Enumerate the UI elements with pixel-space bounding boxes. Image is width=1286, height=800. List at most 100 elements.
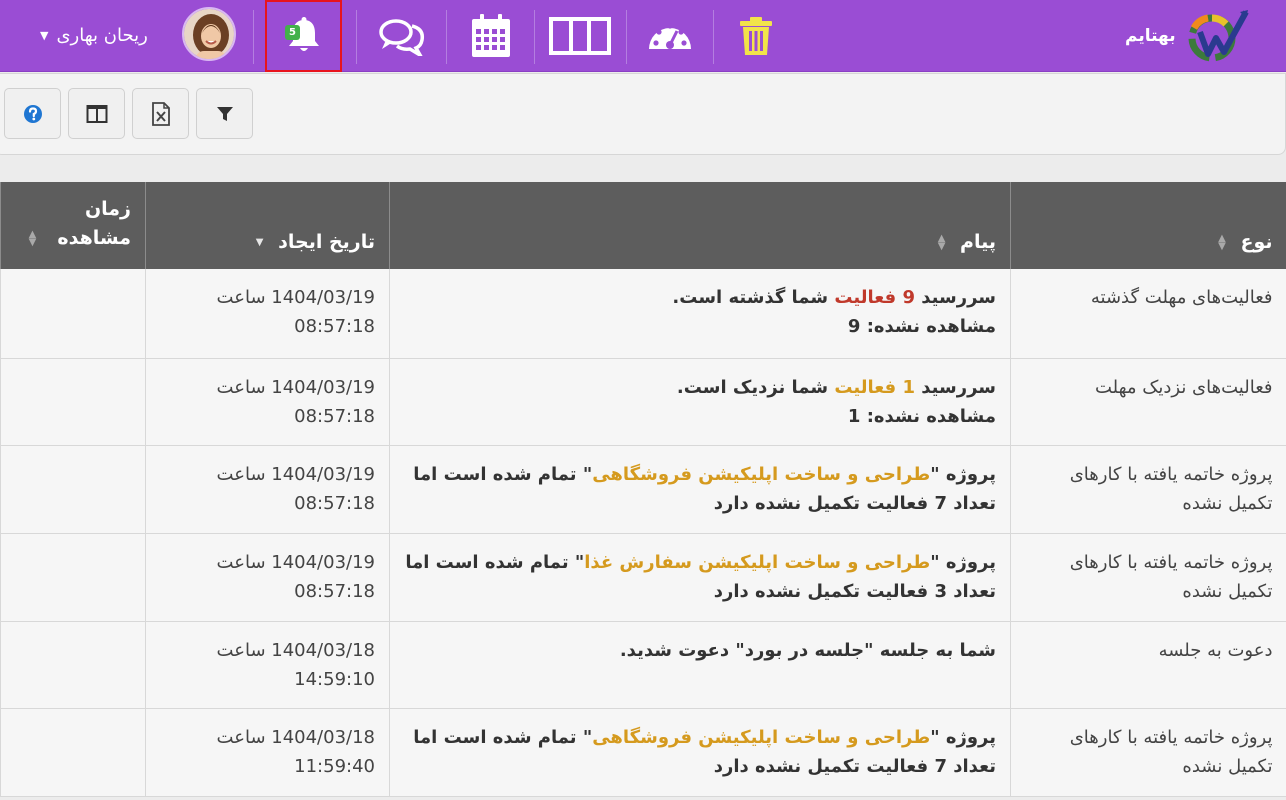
column-header-label: تاریخ ایجاد xyxy=(278,231,375,253)
calendar-button[interactable] xyxy=(462,0,520,72)
separator xyxy=(356,10,357,64)
column-header-type[interactable]: نوع ▲ ▼ xyxy=(1010,182,1286,269)
notifications-button[interactable]: 5 xyxy=(265,0,342,72)
cell-created: 1404/03/19 ساعت 08:57:18 xyxy=(145,533,390,622)
table-header-row: نوع ▲ ▼ پیام ▲ ▼ تاریخ ایجاد ▼ زمان مشاهده… xyxy=(0,182,1286,269)
created-date: 1404/03/18 ساعت xyxy=(216,726,375,748)
sort-descending-icon: ▼ xyxy=(255,236,264,248)
cell-message: سررسید 1 فعالیت شما نزدیک است. مشاهده نش… xyxy=(389,358,1011,446)
cell-message: پروژه "طراحی و ساخت اپلیکیشن فروشگاهی" ت… xyxy=(389,708,1011,797)
cell-type: پروژه خاتمه یافته با کارهای تکمیل نشده xyxy=(1010,708,1286,797)
cell-message: شما به جلسه "جلسه در بورد" دعوت شدید. xyxy=(389,621,1011,709)
cell-type: پروژه خاتمه یافته با کارهای تکمیل نشده xyxy=(1010,445,1286,534)
message-unseen-count: مشاهده نشده: 9 xyxy=(847,316,996,337)
cell-created: 1404/03/19 ساعت 08:57:18 xyxy=(145,445,390,534)
grid-toolbar xyxy=(0,73,1286,155)
message-incomplete-count: تعداد 3 فعالیت تکمیل نشده دارد xyxy=(713,580,996,602)
cell-message: پروژه "طراحی و ساخت اپلیکیشن فروشگاهی" ت… xyxy=(389,445,1011,534)
kanban-icon xyxy=(549,17,611,55)
message-incomplete-count: تعداد 7 فعالیت تکمیل نشده دارد xyxy=(713,755,996,777)
created-time: 08:57:18 xyxy=(294,316,375,337)
message-unseen-count: مشاهده نشده: 1 xyxy=(847,405,996,427)
columns-button[interactable] xyxy=(68,88,125,139)
cell-message: پروژه "طراحی و ساخت اپلیکیشن سفارش غذا" … xyxy=(389,533,1011,622)
column-header-seen[interactable]: زمان مشاهده ▲ ▼ xyxy=(0,182,146,269)
created-time: 08:57:18 xyxy=(294,580,375,602)
user-menu[interactable]: ▼ ریحان بهاری xyxy=(40,18,148,52)
sort-icon: ▲ ▼ xyxy=(1218,232,1226,252)
table-row[interactable]: پروژه خاتمه یافته با کارهای تکمیل نشده پ… xyxy=(0,445,1286,534)
notifications-table: نوع ▲ ▼ پیام ▲ ▼ تاریخ ایجاد ▼ زمان مشاهده… xyxy=(0,182,1286,797)
message-text: " تمام شده است اما xyxy=(405,551,585,573)
excel-file-icon xyxy=(151,101,170,126)
column-header-label: پیام xyxy=(960,231,996,253)
question-circle-icon xyxy=(23,104,42,123)
notification-count-badge: 5 xyxy=(285,25,300,40)
table-row[interactable]: پروژه خاتمه یافته با کارهای تکمیل نشده پ… xyxy=(0,708,1286,797)
separator xyxy=(534,10,535,64)
created-date: 1404/03/18 ساعت xyxy=(216,639,375,661)
message-highlight[interactable]: 9 فعالیت xyxy=(834,287,915,308)
table-row[interactable]: دعوت به جلسه شما به جلسه "جلسه در بورد" … xyxy=(0,621,1286,709)
message-text: پروژه " xyxy=(930,551,996,573)
message-highlight[interactable]: طراحی و ساخت اپلیکیشن فروشگاهی xyxy=(592,464,930,485)
message-text: شما به جلسه "جلسه در بورد" دعوت شدید. xyxy=(619,639,996,661)
board-button[interactable] xyxy=(546,0,614,72)
created-date: 1404/03/19 ساعت xyxy=(216,287,375,308)
logo-icon xyxy=(1188,10,1249,62)
brand[interactable]: بهتایم xyxy=(1125,10,1252,62)
chevron-down-icon: ▼ xyxy=(40,28,49,42)
table-row[interactable]: فعالیت‌های مهلت گذشته سررسید 9 فعالیت شم… xyxy=(0,269,1286,359)
column-header-created[interactable]: تاریخ ایجاد ▼ xyxy=(145,182,390,269)
export-excel-button[interactable] xyxy=(132,88,189,139)
message-text: شما گذشته است. xyxy=(672,287,835,308)
cell-seen xyxy=(0,708,146,797)
filter-button[interactable] xyxy=(196,88,253,139)
messages-button[interactable] xyxy=(372,0,432,72)
cell-created: 1404/03/18 ساعت 14:59:10 xyxy=(145,621,390,709)
cell-seen xyxy=(0,533,146,622)
message-text: پروژه " xyxy=(930,726,996,748)
dashboard-gauge-icon xyxy=(649,23,691,49)
created-date: 1404/03/19 ساعت xyxy=(216,463,375,485)
cell-seen xyxy=(0,621,146,709)
column-header-label: زمان مشاهده xyxy=(57,198,131,249)
separator xyxy=(713,10,714,64)
message-text: " تمام شده است اما xyxy=(413,726,593,748)
message-text: " تمام شده است اما xyxy=(413,463,593,485)
trash-icon xyxy=(740,17,772,55)
help-button[interactable] xyxy=(4,88,61,139)
message-text: سررسید xyxy=(915,376,996,398)
cell-type: دعوت به جلسه xyxy=(1010,621,1286,709)
table-row[interactable]: فعالیت‌های نزدیک مهلت سررسید 1 فعالیت شم… xyxy=(0,358,1286,446)
calendar-icon xyxy=(472,14,510,57)
avatar[interactable] xyxy=(182,7,236,61)
sort-icon: ▲ ▼ xyxy=(937,232,946,252)
message-highlight[interactable]: 1 فعالیت xyxy=(834,377,915,398)
message-text: پروژه " xyxy=(930,463,996,485)
user-name: ریحان بهاری xyxy=(56,24,148,46)
cell-created: 1404/03/19 ساعت 08:57:18 xyxy=(145,358,390,446)
message-incomplete-count: تعداد 7 فعالیت تکمیل نشده دارد xyxy=(713,492,996,514)
separator xyxy=(446,10,447,64)
cell-created: 1404/03/18 ساعت 11:59:40 xyxy=(145,708,390,797)
cell-type: پروژه خاتمه یافته با کارهای تکمیل نشده xyxy=(1010,533,1286,622)
cell-message: سررسید 9 فعالیت شما گذشته است. مشاهده نش… xyxy=(389,269,1011,359)
created-time: 08:57:18 xyxy=(294,405,375,427)
created-time: 08:57:18 xyxy=(294,492,375,514)
chat-icon xyxy=(379,19,425,56)
dashboard-button[interactable] xyxy=(640,0,700,72)
filter-icon xyxy=(216,106,233,121)
column-header-label: نوع xyxy=(1240,231,1273,253)
column-header-message[interactable]: پیام ▲ ▼ xyxy=(389,182,1011,269)
trash-button[interactable] xyxy=(728,0,784,72)
message-highlight[interactable]: طراحی و ساخت اپلیکیشن فروشگاهی xyxy=(592,727,930,748)
separator xyxy=(626,10,627,64)
created-time: 14:59:10 xyxy=(294,668,375,690)
cell-seen xyxy=(0,358,146,446)
top-navbar: ▼ ریحان بهاری 5 بهتایم xyxy=(0,0,1286,72)
message-highlight[interactable]: طراحی و ساخت اپلیکیشن سفارش غذا xyxy=(584,552,930,573)
cell-seen xyxy=(0,269,146,359)
cell-created: 1404/03/19 ساعت 08:57:18 xyxy=(145,269,390,359)
table-row[interactable]: پروژه خاتمه یافته با کارهای تکمیل نشده پ… xyxy=(0,533,1286,622)
